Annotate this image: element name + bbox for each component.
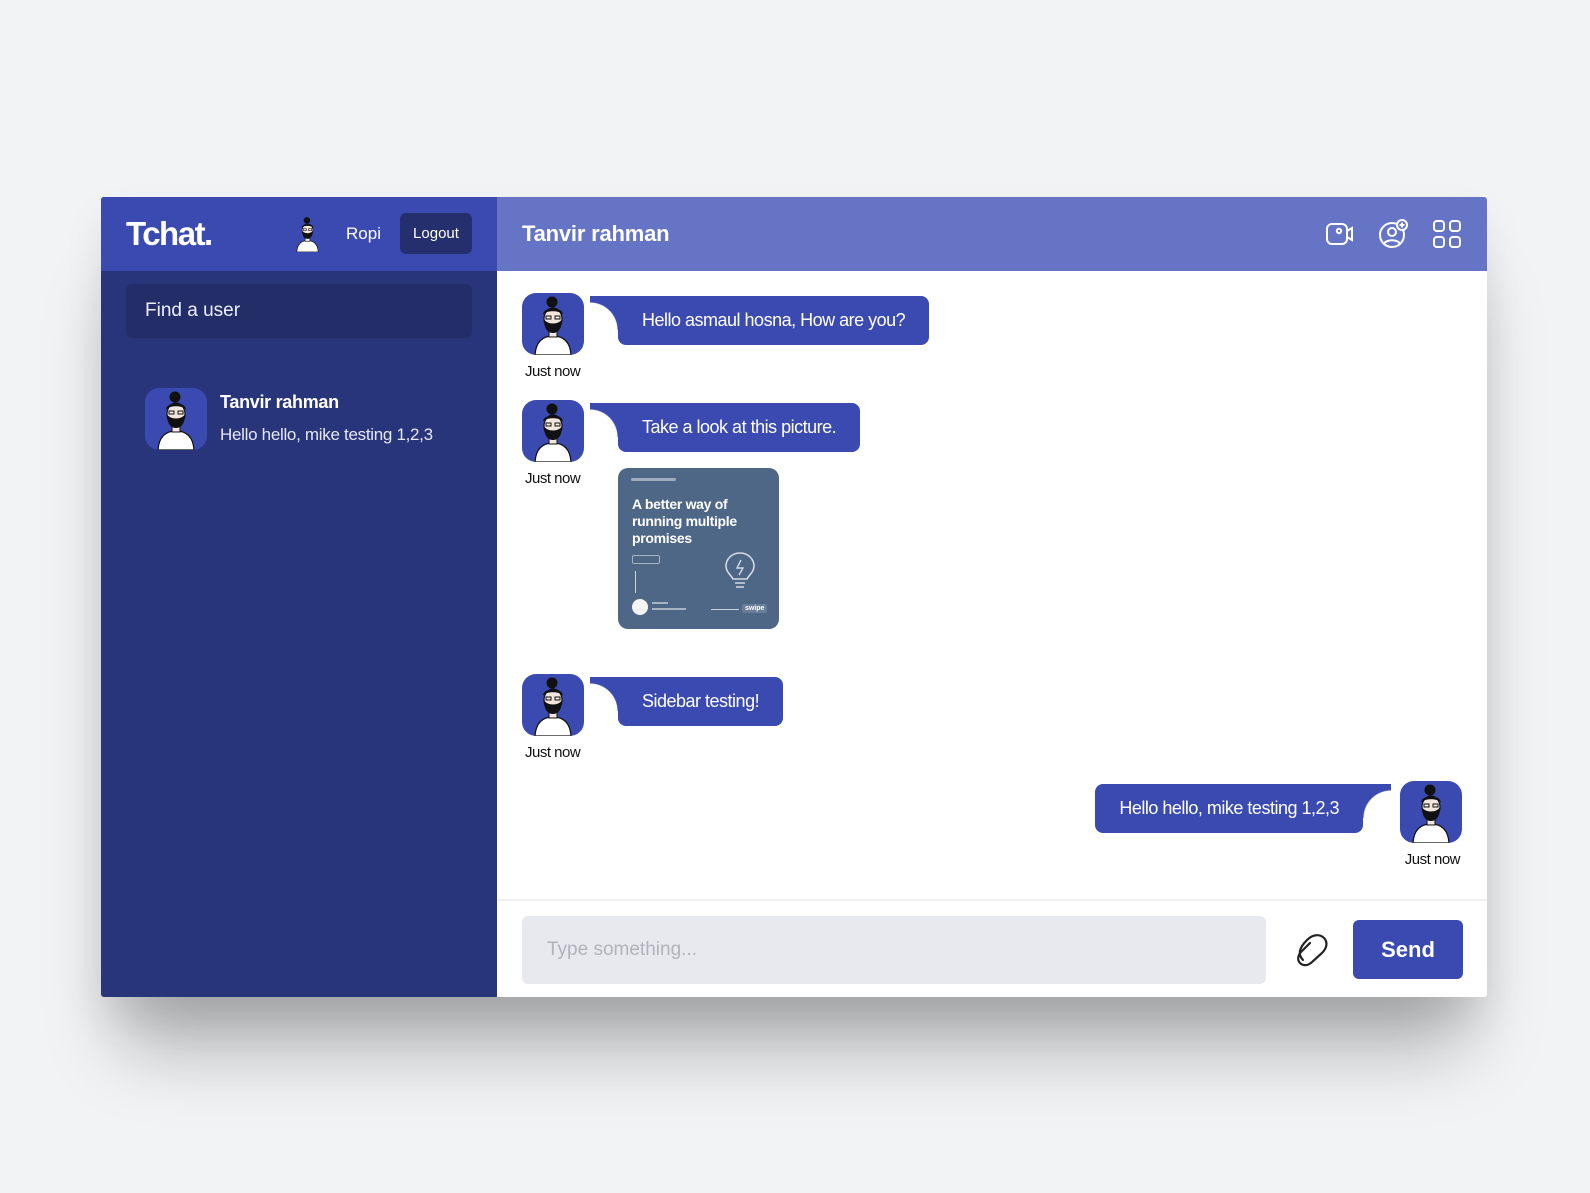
user-search-box xyxy=(126,284,472,338)
image-swipe-label: swipe xyxy=(742,604,768,613)
current-user-avatar xyxy=(289,215,326,252)
message-time: Just now xyxy=(525,363,581,380)
contact-item[interactable]: Tanvir rahman Hello hello, mike testing … xyxy=(101,388,497,450)
own-avatar xyxy=(1400,781,1462,843)
user-search-input[interactable] xyxy=(145,300,453,322)
message-list: Just now Hello asmaul hosna, How are you… xyxy=(497,271,1487,899)
chat-header: Tanvir rahman xyxy=(497,197,1487,271)
logout-button[interactable]: Logout xyxy=(400,213,472,254)
image-author-avatar xyxy=(632,599,648,615)
message-time: Just now xyxy=(525,470,581,487)
sidebar-header: Tchat. Ropi Logout xyxy=(101,197,497,271)
message-time: Just now xyxy=(525,744,581,761)
sender-avatar xyxy=(522,674,584,736)
message-time: Just now xyxy=(1404,851,1461,868)
message-bubble: Take a look at this picture. xyxy=(589,403,861,452)
image-author-line xyxy=(652,602,668,604)
image-arrow xyxy=(711,609,739,610)
message-image[interactable]: A better way of running multiple promise… xyxy=(618,468,779,629)
app-logo: Tchat. xyxy=(126,215,213,252)
sender-avatar xyxy=(522,400,584,462)
image-tag xyxy=(632,555,660,564)
chat-title: Tanvir rahman xyxy=(522,221,670,246)
contact-avatar xyxy=(145,388,207,450)
message-input-bar: Send xyxy=(497,899,1487,997)
message-bubble: Hello asmaul hosna, How are you? xyxy=(589,296,930,345)
image-author-line xyxy=(652,608,686,610)
current-user-box: Ropi Logout xyxy=(289,213,472,254)
add-user-icon[interactable] xyxy=(1377,218,1409,250)
sender-avatar xyxy=(522,293,584,355)
own-message-item: Just now Hello hello, mike testing 1,2,3 xyxy=(1082,781,1462,873)
message-bubble: Hello hello, mike testing 1,2,3 xyxy=(1095,784,1391,833)
chat-panel: Tanvir rahman Just now Hello asmaul hosn… xyxy=(497,197,1487,997)
sidebar: Tchat. Ropi Logout Tanvir rahman Hello h… xyxy=(101,197,497,997)
contact-name: Tanvir rahman xyxy=(220,392,339,412)
image-handle-text xyxy=(631,478,676,481)
current-user-name: Ropi xyxy=(346,223,381,243)
chat-app-window: Tchat. Ropi Logout Tanvir rahman Hello h… xyxy=(101,197,1487,997)
grid-menu-icon[interactable] xyxy=(1431,218,1463,250)
attach-icon[interactable] xyxy=(1288,927,1333,972)
image-title: A better way of running multiple promise… xyxy=(632,496,737,546)
message-input[interactable] xyxy=(522,916,1266,984)
chat-header-icons xyxy=(1301,218,1463,250)
message-bubble: Sidebar testing! xyxy=(589,677,784,726)
contact-info: Tanvir rahman Hello hello, mike testing … xyxy=(220,388,433,445)
video-camera-icon[interactable] xyxy=(1323,218,1355,250)
lightbulb-icon xyxy=(725,552,755,588)
image-divider xyxy=(635,571,636,593)
contact-last-message: Hello hello, mike testing 1,2,3 xyxy=(220,425,433,444)
send-button[interactable]: Send xyxy=(1353,920,1463,979)
